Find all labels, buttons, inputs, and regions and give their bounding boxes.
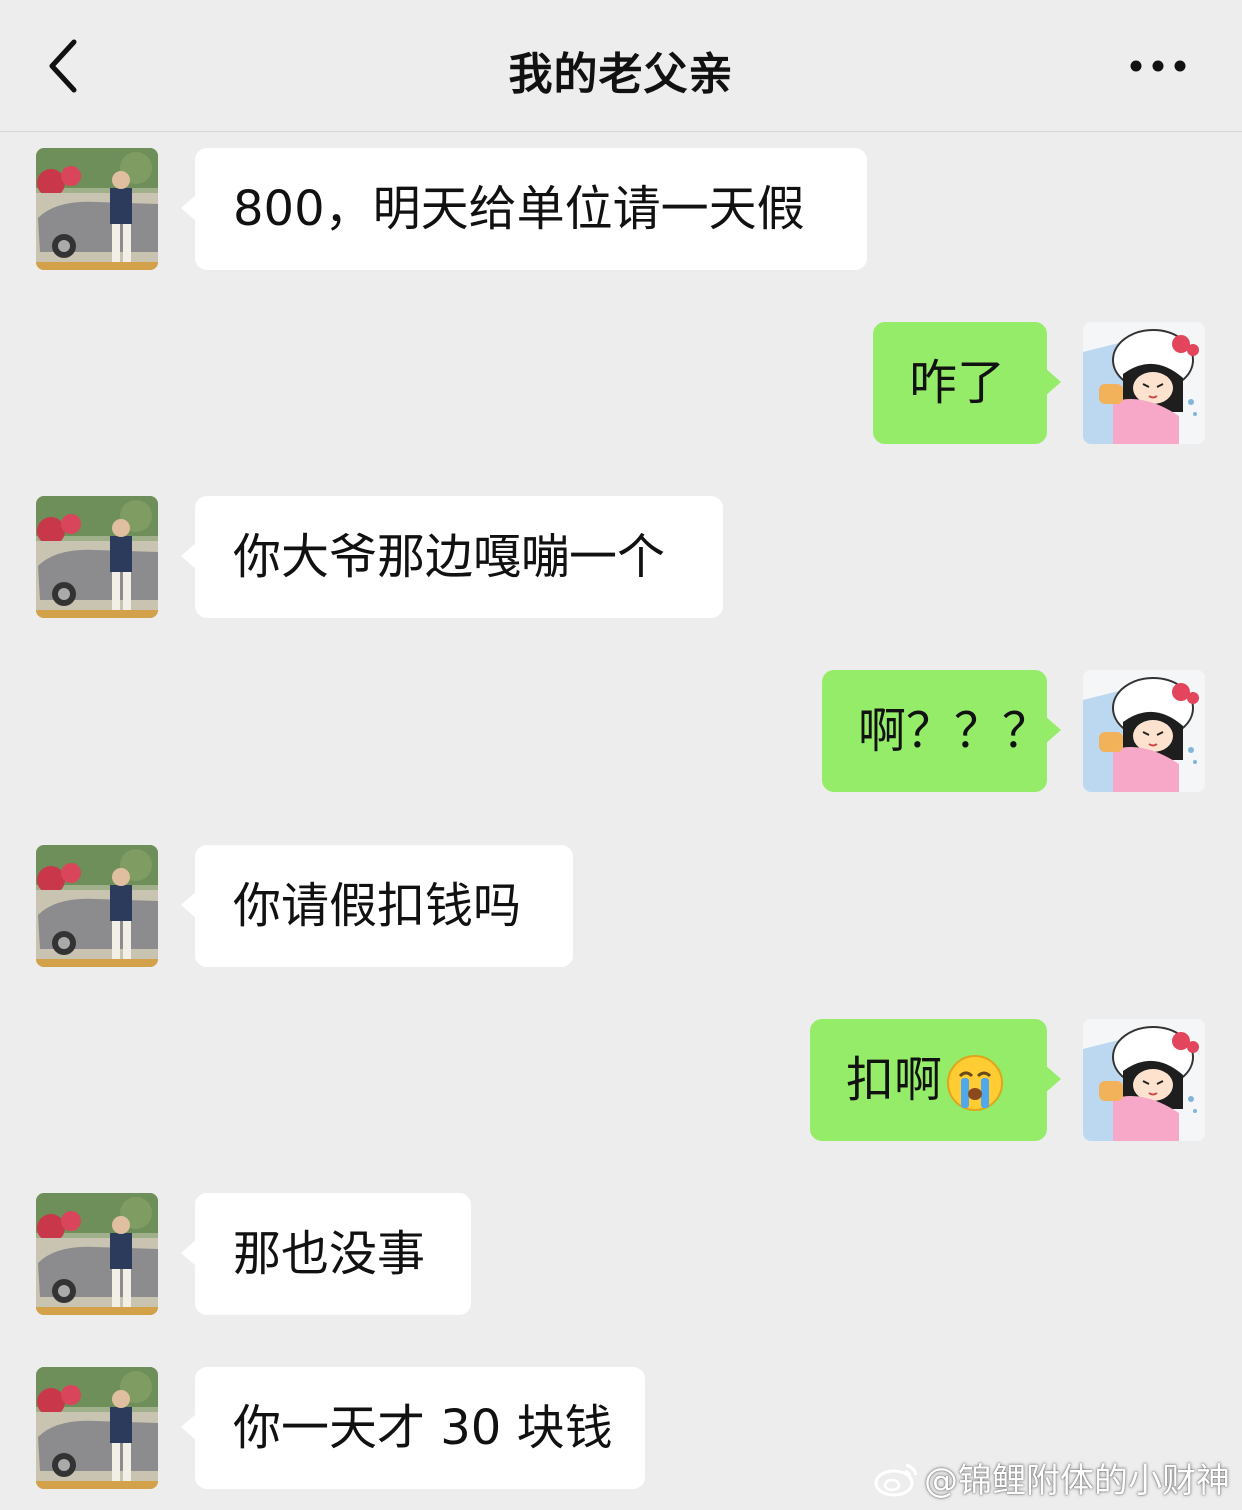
bubble-tail: [181, 194, 197, 222]
dad-avatar-icon: [36, 1193, 158, 1315]
message-bubble[interactable]: 那也没事: [181, 1193, 471, 1315]
message-text: 扣啊: [846, 1052, 943, 1108]
more-dots-icon[interactable]: [1126, 50, 1190, 82]
bubble-tail: [181, 1413, 197, 1441]
dad-avatar-icon: [36, 148, 158, 270]
bubble-tail: [181, 891, 197, 919]
bubble-tail: [1045, 716, 1061, 744]
dad-avatar-icon: [36, 496, 158, 618]
weibo-logo-icon: [874, 1463, 918, 1496]
message-bubble[interactable]: 你请假扣钱吗: [181, 845, 573, 967]
message-bubble[interactable]: 你大爷那边嘎嘣一个: [181, 496, 723, 618]
bubble-tail: [181, 1239, 197, 1267]
girl-avatar-icon: [1083, 322, 1205, 444]
message-text: 啊？？？: [858, 703, 1051, 759]
girl-avatar-icon: [1083, 1019, 1205, 1141]
message-text: 你请假扣钱吗: [233, 878, 522, 934]
message-text: 你大爷那边嘎嘣一个: [233, 529, 666, 585]
message-bubble[interactable]: 啊？？？: [822, 670, 1061, 792]
watermark-text: @锦鲤附体的小财神: [924, 1461, 1230, 1501]
bubble-tail: [181, 542, 197, 570]
message-bubble[interactable]: 你一天才 30 块钱: [181, 1367, 645, 1489]
avatar[interactable]: [1083, 322, 1205, 444]
avatar[interactable]: [36, 496, 158, 618]
message-text: 你一天才 30 块钱: [233, 1400, 613, 1456]
crying-face-icon: [947, 1055, 1004, 1111]
page-title: 我的老父亲: [508, 49, 734, 100]
message-text: 咋了: [909, 355, 1006, 411]
avatar[interactable]: [36, 845, 158, 967]
bubble-tail: [1045, 368, 1061, 396]
girl-avatar-icon: [1083, 670, 1205, 792]
bubble-tail: [1045, 1065, 1061, 1093]
avatar[interactable]: [36, 1193, 158, 1315]
avatar[interactable]: [1083, 670, 1205, 792]
message-bubble[interactable]: 800，明天给单位请一天假: [181, 148, 867, 270]
message-text: 800，明天给单位请一天假: [233, 181, 805, 237]
avatar[interactable]: [36, 148, 158, 270]
message-bubble[interactable]: 扣啊: [810, 1019, 1061, 1141]
message-bubble[interactable]: 咋了: [873, 322, 1061, 444]
message-text: 那也没事: [233, 1226, 426, 1282]
chat-header: 我的老父亲: [0, 0, 1242, 132]
dad-avatar-icon: [36, 1367, 158, 1489]
watermark: @锦鲤附体的小财神: [874, 1453, 1230, 1502]
avatar[interactable]: [36, 1367, 158, 1489]
dad-avatar-icon: [36, 845, 158, 967]
avatar[interactable]: [1083, 1019, 1205, 1141]
